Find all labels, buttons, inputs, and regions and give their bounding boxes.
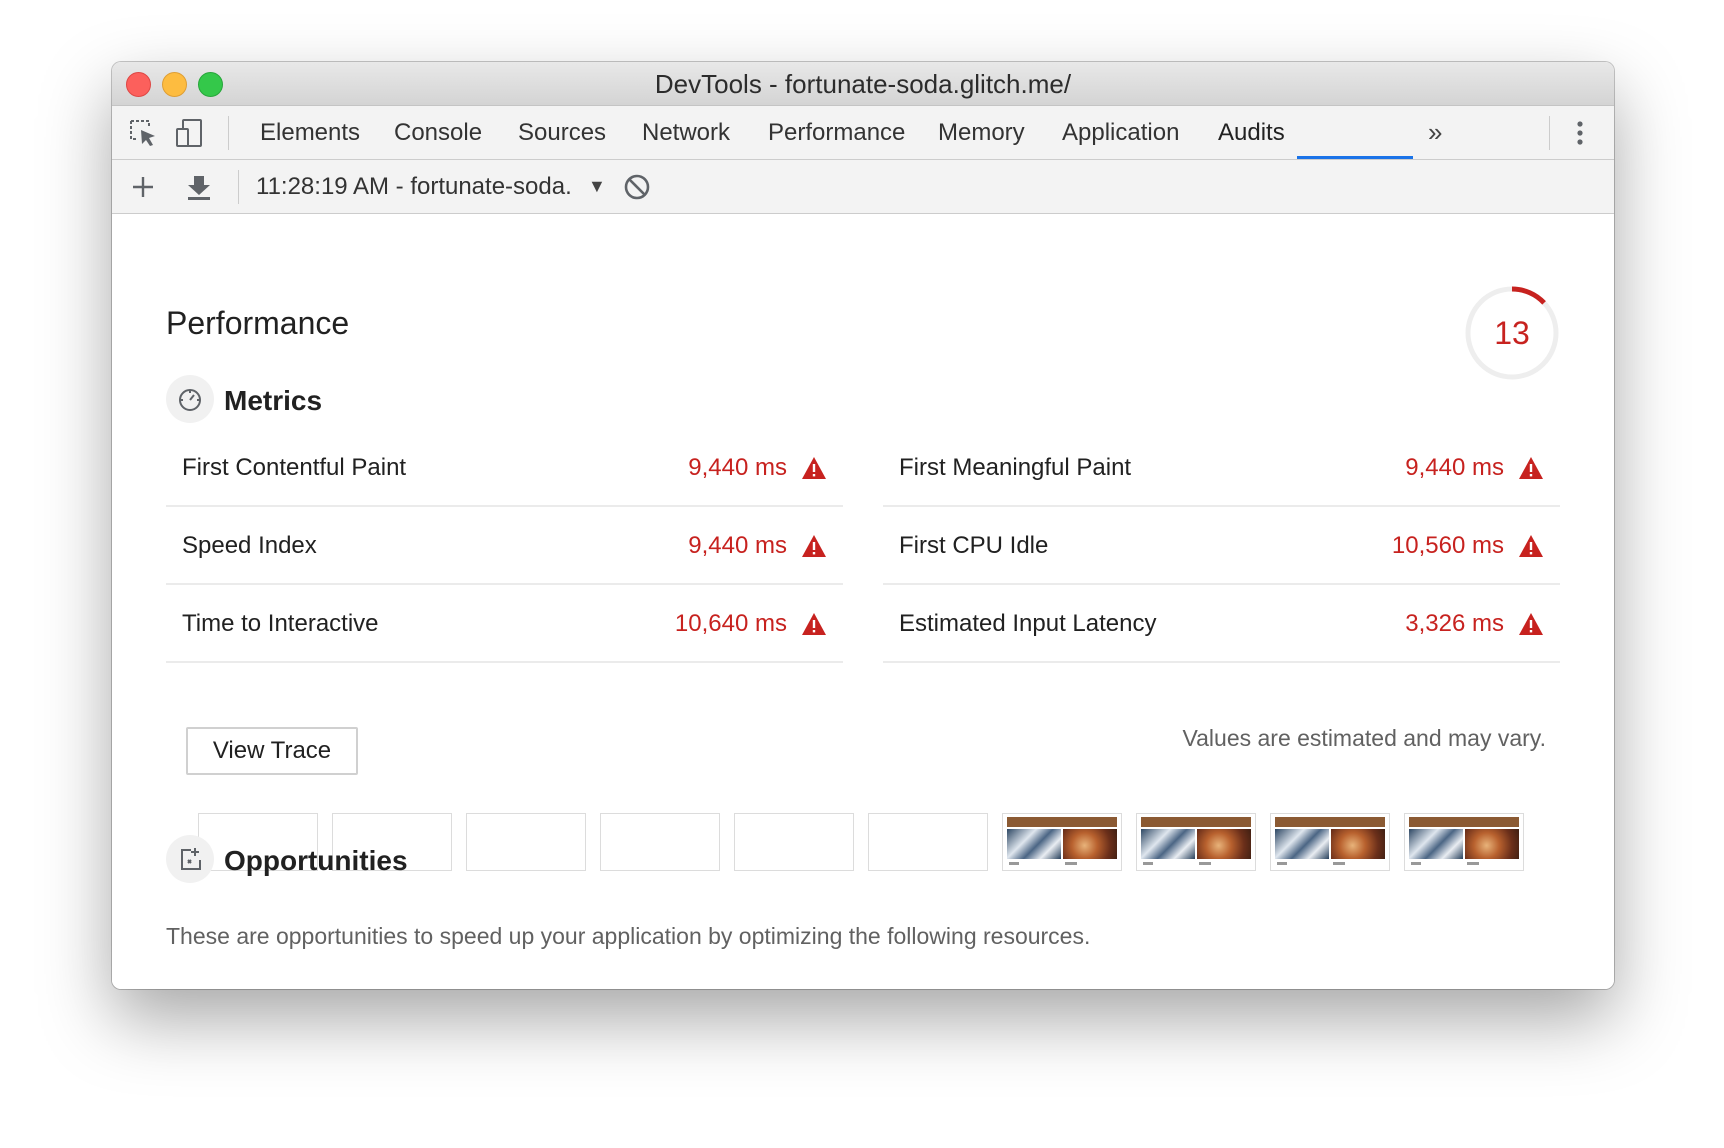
metric-value: 9,440 ms: [688, 532, 787, 559]
kebab-menu-icon[interactable]: [1565, 118, 1595, 148]
frame-thumbnail-part: [1007, 829, 1061, 859]
tab-memory[interactable]: Memory: [938, 106, 1025, 160]
frame-thumbnail-part: [1197, 829, 1251, 859]
metric-row: Speed Index 9,440 ms: [166, 507, 843, 585]
category-title: Performance: [166, 305, 350, 341]
tab-console[interactable]: Console: [394, 106, 482, 160]
frame-thumbnail-part: [1141, 817, 1251, 827]
report-selector[interactable]: 11:28:19 AM - fortunate-soda.: [256, 160, 572, 214]
more-tabs-icon[interactable]: »: [1428, 106, 1442, 160]
frame-thumbnail-part: [1275, 817, 1385, 827]
metric-value: 10,560 ms: [1391, 532, 1504, 559]
metric-label: Time to Interactive: [182, 610, 379, 637]
frame-thumbnail-part: [1143, 862, 1153, 865]
audits-toolbar: 11:28:19 AM - fortunate-soda. ▼: [112, 160, 1614, 214]
window-title: DevTools - fortunate-soda.glitch.me/: [654, 69, 1072, 99]
metric-row: Time to Interactive 10,640 ms: [166, 585, 843, 663]
frame-thumbnail-part: [1333, 862, 1345, 865]
frame-thumbnail-part: [1465, 829, 1519, 859]
device-toolbar-icon[interactable]: [174, 118, 204, 148]
download-report-icon[interactable]: [184, 172, 214, 202]
metric-label: Speed Index: [182, 532, 317, 559]
metric-row: First Contentful Paint 9,440 ms: [166, 429, 843, 507]
metrics-title: Metrics: [224, 385, 323, 416]
warning-icon: [802, 613, 826, 635]
tab-elements[interactable]: Elements: [260, 106, 360, 160]
tab-audits[interactable]: Audits: [1218, 106, 1285, 160]
warning-icon: [1519, 457, 1543, 479]
metric-value: 9,440 ms: [688, 454, 787, 481]
frame-thumbnail-part: [1277, 862, 1287, 865]
filmstrip-frame-blank: [600, 813, 720, 871]
filmstrip-frame-loaded: [1002, 813, 1122, 871]
metric-label: First Meaningful Paint: [899, 454, 1132, 481]
new-audit-icon[interactable]: [128, 172, 158, 202]
metric-row: First Meaningful Paint 9,440 ms: [883, 429, 1560, 507]
metrics-disclaimer: Values are estimated and may vary.: [1182, 725, 1547, 751]
warning-icon: [1519, 613, 1543, 635]
filmstrip-frame-blank: [868, 813, 988, 871]
frame-thumbnail-part: [1009, 862, 1019, 865]
metrics-group-icon: [166, 375, 214, 423]
metric-value: 9,440 ms: [1405, 454, 1504, 481]
toolbar-divider: [228, 116, 229, 150]
filmstrip-frame-loaded: [1136, 813, 1256, 871]
tab-performance[interactable]: Performance: [768, 106, 905, 160]
clear-all-icon[interactable]: [622, 172, 652, 202]
dropdown-arrow-icon[interactable]: ▼: [588, 160, 606, 214]
warning-icon: [802, 457, 826, 479]
filmstrip-frame-loaded: [1270, 813, 1390, 871]
warning-icon: [802, 535, 826, 557]
frame-thumbnail-part: [1467, 862, 1479, 865]
score-value: 13: [1494, 315, 1530, 351]
frame-thumbnail-part: [1331, 829, 1385, 859]
frame-thumbnail-part: [1409, 829, 1463, 859]
tab-application[interactable]: Application: [1062, 106, 1179, 160]
opportunities-title: Opportunities: [224, 845, 408, 876]
toolbar-divider: [1549, 116, 1550, 150]
filmstrip-frame-blank: [466, 813, 586, 871]
frame-thumbnail-part: [1007, 817, 1117, 827]
warning-icon: [1519, 535, 1543, 557]
opportunities-description: These are opportunities to speed up your…: [166, 923, 1091, 949]
devtools-window: DevTools - fortunate-soda.glitch.me/ Ele…: [112, 62, 1614, 989]
active-tab-indicator: [1297, 156, 1413, 159]
metric-label: First CPU Idle: [899, 532, 1049, 559]
filmstrip-frame-blank: [734, 813, 854, 871]
metric-label: Estimated Input Latency: [899, 610, 1157, 637]
frame-thumbnail-part: [1065, 862, 1077, 865]
metric-value: 10,640 ms: [674, 610, 787, 637]
frame-thumbnail-part: [1411, 862, 1421, 865]
audit-report: Performance 13 Metrics First Contentful …: [112, 215, 1614, 989]
metric-row: Estimated Input Latency 3,326 ms: [883, 585, 1560, 663]
frame-thumbnail-part: [1409, 817, 1519, 827]
frame-thumbnail-part: [1275, 829, 1329, 859]
metric-label: First Contentful Paint: [182, 454, 407, 481]
inspect-element-icon[interactable]: [128, 118, 158, 148]
frame-thumbnail-part: [1199, 862, 1211, 865]
metric-value: 3,326 ms: [1405, 610, 1504, 637]
frame-thumbnail-part: [1063, 829, 1117, 859]
stopwatch-icon: [179, 389, 201, 411]
devtools-tab-bar: Elements Console Sources Network Perform…: [112, 106, 1614, 160]
filmstrip-frame-loaded: [1404, 813, 1524, 871]
opportunity-icon: [181, 848, 201, 870]
tab-sources[interactable]: Sources: [518, 106, 606, 160]
view-trace-button[interactable]: View Trace: [186, 727, 358, 775]
title-bar: DevTools - fortunate-soda.glitch.me/: [112, 62, 1614, 106]
opportunities-group-icon: [166, 835, 214, 883]
toolbar-divider: [238, 170, 239, 204]
tab-network[interactable]: Network: [642, 106, 730, 160]
metric-row: First CPU Idle 10,560 ms: [883, 507, 1560, 585]
frame-thumbnail-part: [1141, 829, 1195, 859]
